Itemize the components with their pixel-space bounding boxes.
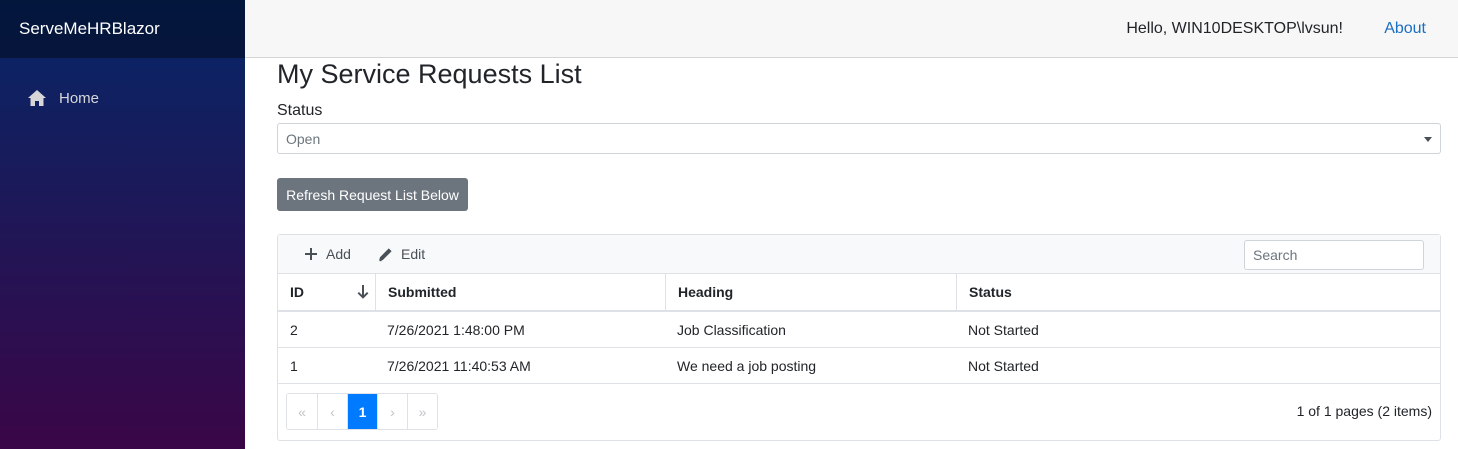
column-header-heading[interactable]: Heading (665, 274, 956, 310)
edit-button[interactable]: Edit (378, 235, 425, 273)
table-row[interactable]: 1 7/26/2021 11:40:53 AM We need a job po… (278, 348, 1440, 384)
pager-summary: 1 of 1 pages (2 items) (1296, 403, 1432, 419)
requests-grid: Add Edit ID Submitted Heading (277, 234, 1441, 441)
cell-id: 1 (290, 357, 298, 374)
next-page-button[interactable]: › (377, 394, 407, 429)
cell-submitted: 7/26/2021 11:40:53 AM (387, 357, 531, 374)
cell-status: Not Started (968, 357, 1039, 374)
sidebar-item-label: Home (59, 89, 100, 107)
add-button-label: Add (326, 246, 351, 262)
previous-page-button[interactable]: ‹ (317, 394, 347, 429)
status-dropdown[interactable]: Open (277, 123, 1441, 154)
cell-submitted: 7/26/2021 1:48:00 PM (387, 321, 525, 338)
sidebar: ServeMeHRBlazor Home (0, 0, 245, 449)
page-title: My Service Requests List (277, 59, 582, 89)
status-filter-label: Status (277, 102, 323, 119)
grid-header-row: ID Submitted Heading Status (278, 274, 1440, 312)
about-link[interactable]: About (1384, 20, 1426, 38)
column-header-submitted[interactable]: Submitted (375, 274, 665, 310)
grid-search-input[interactable] (1244, 240, 1424, 270)
column-header-label: Submitted (388, 284, 457, 300)
cell-status: Not Started (968, 321, 1039, 338)
plus-icon (304, 247, 318, 261)
edit-button-label: Edit (401, 246, 426, 262)
refresh-request-list-button[interactable]: Refresh Request List Below (277, 178, 468, 211)
first-page-button[interactable]: « (287, 394, 317, 429)
page-button-current[interactable]: 1 (347, 394, 377, 429)
add-button[interactable]: Add (304, 235, 351, 273)
pager: « ‹ 1 › » (286, 393, 438, 430)
arrow-down-icon (357, 285, 369, 302)
sidebar-item-home[interactable]: Home (17, 82, 232, 114)
brand-bar: ServeMeHRBlazor (0, 0, 245, 58)
column-header-label: Heading (678, 284, 734, 300)
pencil-icon (378, 247, 393, 262)
last-page-button[interactable]: » (407, 394, 437, 429)
column-header-id[interactable]: ID (278, 274, 375, 310)
top-bar: Hello, WIN10DESKTOP\lvsun! About (245, 0, 1458, 58)
cell-heading: Job Classification (677, 321, 786, 338)
home-icon (27, 88, 47, 108)
grid-toolbar: Add Edit (278, 235, 1440, 274)
user-greeting: Hello, WIN10DESKTOP\lvsun! (1126, 20, 1343, 37)
status-dropdown-value: Open (286, 130, 321, 147)
column-header-status[interactable]: Status (956, 274, 1440, 310)
app-brand[interactable]: ServeMeHRBlazor (19, 19, 160, 39)
column-header-label: Status (969, 284, 1012, 300)
table-row[interactable]: 2 7/26/2021 1:48:00 PM Job Classificatio… (278, 312, 1440, 348)
cell-id: 2 (290, 321, 298, 338)
chevron-down-icon (1424, 137, 1432, 142)
cell-heading: We need a job posting (677, 357, 817, 374)
column-header-label: ID (290, 284, 304, 300)
